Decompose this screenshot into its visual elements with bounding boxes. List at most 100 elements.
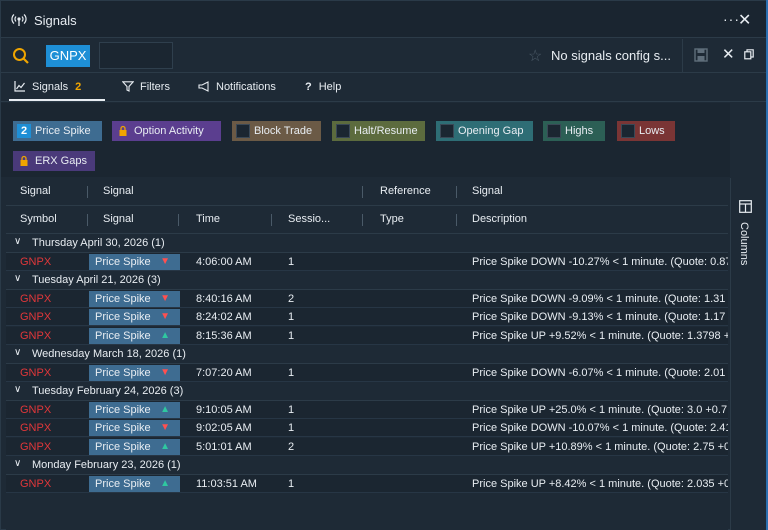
session-cell: 1: [288, 422, 295, 434]
column-resize-handle[interactable]: [271, 214, 272, 226]
chip-lows[interactable]: Lows: [617, 121, 675, 141]
table-row[interactable]: GNPX Price Spike ▼ 4:06:00 AM 1 Price Spike D…: [6, 252, 728, 271]
session-cell: 1: [288, 366, 295, 379]
tab-signals-label: Signals: [32, 81, 69, 93]
table-row[interactable]: GNPX Price Spike ▲ 5:01:01 AM 2 Price Spike U…: [6, 437, 728, 456]
arrow-down-icon: ▼: [160, 311, 170, 322]
search-icon[interactable]: [12, 47, 30, 65]
signal-cell: Price Spike ▲: [89, 475, 180, 492]
chip-block-trade[interactable]: Block Trade: [232, 121, 321, 141]
column-resize-handle[interactable]: [178, 214, 179, 226]
tab-notifications[interactable]: Notifications: [198, 81, 276, 93]
lock-icon: [116, 124, 130, 138]
table-row[interactable]: GNPX Price Spike ▲ 8:15:36 AM 1 Price Spike U…: [6, 326, 728, 345]
signal-label: Price Spike: [95, 292, 151, 305]
column-header-time[interactable]: Time: [196, 213, 220, 225]
column-resize-handle[interactable]: [87, 214, 88, 226]
symbol-cell[interactable]: GNPX: [20, 330, 51, 342]
time-cell: 8:24:02 AM: [196, 311, 252, 323]
session-cell: 1: [288, 403, 295, 416]
columns-side-panel[interactable]: Columns: [730, 178, 767, 530]
column-header-description[interactable]: Description: [472, 213, 527, 225]
signal-label: Price Spike: [95, 366, 151, 379]
symbol-cell[interactable]: GNPX: [20, 441, 51, 453]
symbol-cell[interactable]: GNPX: [20, 422, 51, 434]
group-header[interactable]: ∨ Wednesday March 18, 2026 (1): [6, 345, 728, 364]
tab-help[interactable]: ? Help: [305, 81, 341, 93]
columns-icon: [739, 200, 752, 213]
symbol-cell[interactable]: GNPX: [20, 293, 51, 305]
tab-signals[interactable]: Signals 2: [14, 81, 81, 93]
group-header[interactable]: ∨ Tuesday April 21, 2026 (3): [6, 271, 728, 290]
column-header-type[interactable]: Type: [380, 213, 404, 225]
chevron-down-icon[interactable]: ∨: [14, 384, 21, 395]
chip-label: Highs: [565, 125, 594, 137]
tab-bar: Signals 2 Filters Notifications ? Help: [1, 74, 767, 102]
chip-price-spike[interactable]: 2 Price Spike: [13, 121, 102, 141]
tab-help-label: Help: [318, 81, 342, 93]
signal-label: Price Spike: [95, 329, 151, 342]
table-row[interactable]: GNPX Price Spike ▼ 8:40:16 AM 2 Price Spike D…: [6, 289, 728, 308]
tab-filters[interactable]: Filters: [121, 81, 170, 93]
column-header-session[interactable]: Sessio...: [288, 213, 330, 225]
session-cell: 2: [288, 440, 295, 453]
chip-checkbox[interactable]: [547, 124, 561, 138]
save-icon[interactable]: [694, 48, 708, 62]
chip-halt-resume[interactable]: Halt/Resume: [332, 121, 425, 141]
table-row[interactable]: GNPX Price Spike ▼ 8:24:02 AM 1 Price Spike D…: [6, 308, 728, 326]
column-divider: [87, 186, 88, 198]
table-row[interactable]: GNPX Price Spike ▲ 9:10:05 AM 1 Price Spike U…: [6, 400, 728, 419]
filter-icon: [121, 81, 135, 92]
chip-option-activity[interactable]: Option Activity: [112, 121, 221, 141]
signal-label: Price Spike: [95, 422, 151, 434]
chip-checkbox[interactable]: [236, 124, 250, 138]
description-cell: Price Spike UP +8.42% < 1 minute. (Quote…: [472, 477, 728, 490]
chevron-down-icon[interactable]: ∨: [14, 273, 21, 284]
chip-checkbox[interactable]: [621, 124, 635, 138]
chevron-down-icon[interactable]: ∨: [14, 458, 21, 469]
description-cell: Price Spike UP +10.89% < 1 minute. (Quot…: [472, 440, 728, 453]
group-header[interactable]: ∨ Tuesday February 24, 2026 (3): [6, 382, 728, 401]
chip-checkbox[interactable]: [440, 124, 454, 138]
symbol-extra-field[interactable]: [99, 42, 173, 69]
signal-cell: Price Spike ▼: [89, 309, 180, 325]
chip-erx-gaps[interactable]: ERX Gaps: [13, 151, 95, 171]
group-label: Monday February 23, 2026 (1): [32, 459, 181, 471]
clear-icon[interactable]: ✕: [722, 45, 735, 63]
chip-checkbox[interactable]: [336, 124, 350, 138]
tab-filters-label: Filters: [140, 81, 170, 93]
chip-opening-gap[interactable]: Opening Gap: [436, 121, 533, 141]
close-window-icon[interactable]: ✕: [738, 10, 751, 30]
table-header-top: Signal Signal Reference Signal: [6, 178, 728, 206]
signal-type-chips: 2 Price Spike Option Activity Block Trade Ha…: [1, 103, 730, 177]
column-resize-handle[interactable]: [362, 214, 363, 226]
table-row[interactable]: GNPX Price Spike ▼ 7:07:20 AM 1 Price Spike D…: [6, 363, 728, 382]
symbol-input[interactable]: GNPX: [46, 45, 90, 67]
chevron-down-icon[interactable]: ∨: [14, 236, 21, 247]
symbol-cell[interactable]: GNPX: [20, 367, 51, 379]
symbol-cell[interactable]: GNPX: [20, 478, 51, 490]
time-cell: 5:01:01 AM: [196, 440, 252, 453]
column-resize-handle[interactable]: [456, 214, 457, 226]
column-header-symbol[interactable]: Symbol: [20, 213, 57, 225]
star-icon[interactable]: ☆: [528, 46, 542, 66]
chip-highs[interactable]: Highs: [543, 121, 605, 141]
copy-icon[interactable]: [744, 49, 754, 60]
signal-cell: Price Spike ▲: [89, 327, 180, 344]
group-header[interactable]: ∨ Monday February 23, 2026 (1): [6, 456, 728, 475]
symbol-cell[interactable]: GNPX: [20, 311, 51, 323]
config-name[interactable]: No signals config s...: [551, 48, 671, 63]
active-tab-indicator: [9, 99, 105, 101]
chevron-down-icon[interactable]: ∨: [14, 347, 21, 358]
description-cell: Price Spike DOWN -10.07% < 1 minute. (Qu…: [472, 422, 728, 434]
table-row[interactable]: GNPX Price Spike ▼ 9:02:05 AM 1 Price Spike D…: [6, 419, 728, 437]
symbol-cell[interactable]: GNPX: [20, 404, 51, 416]
chip-label: Lows: [639, 125, 665, 137]
symbol-cell[interactable]: GNPX: [20, 256, 51, 268]
table-row[interactable]: GNPX Price Spike ▲ 11:03:51 AM 1 Price Spike …: [6, 474, 728, 493]
column-header-signal[interactable]: Signal: [103, 213, 134, 225]
time-cell: 9:10:05 AM: [196, 403, 252, 416]
group-header[interactable]: ∨ Thursday April 30, 2026 (1): [6, 234, 728, 253]
description-cell: Price Spike DOWN -9.13% < 1 minute. (Quo…: [472, 311, 726, 323]
group-label: Tuesday April 21, 2026 (3): [32, 274, 161, 286]
